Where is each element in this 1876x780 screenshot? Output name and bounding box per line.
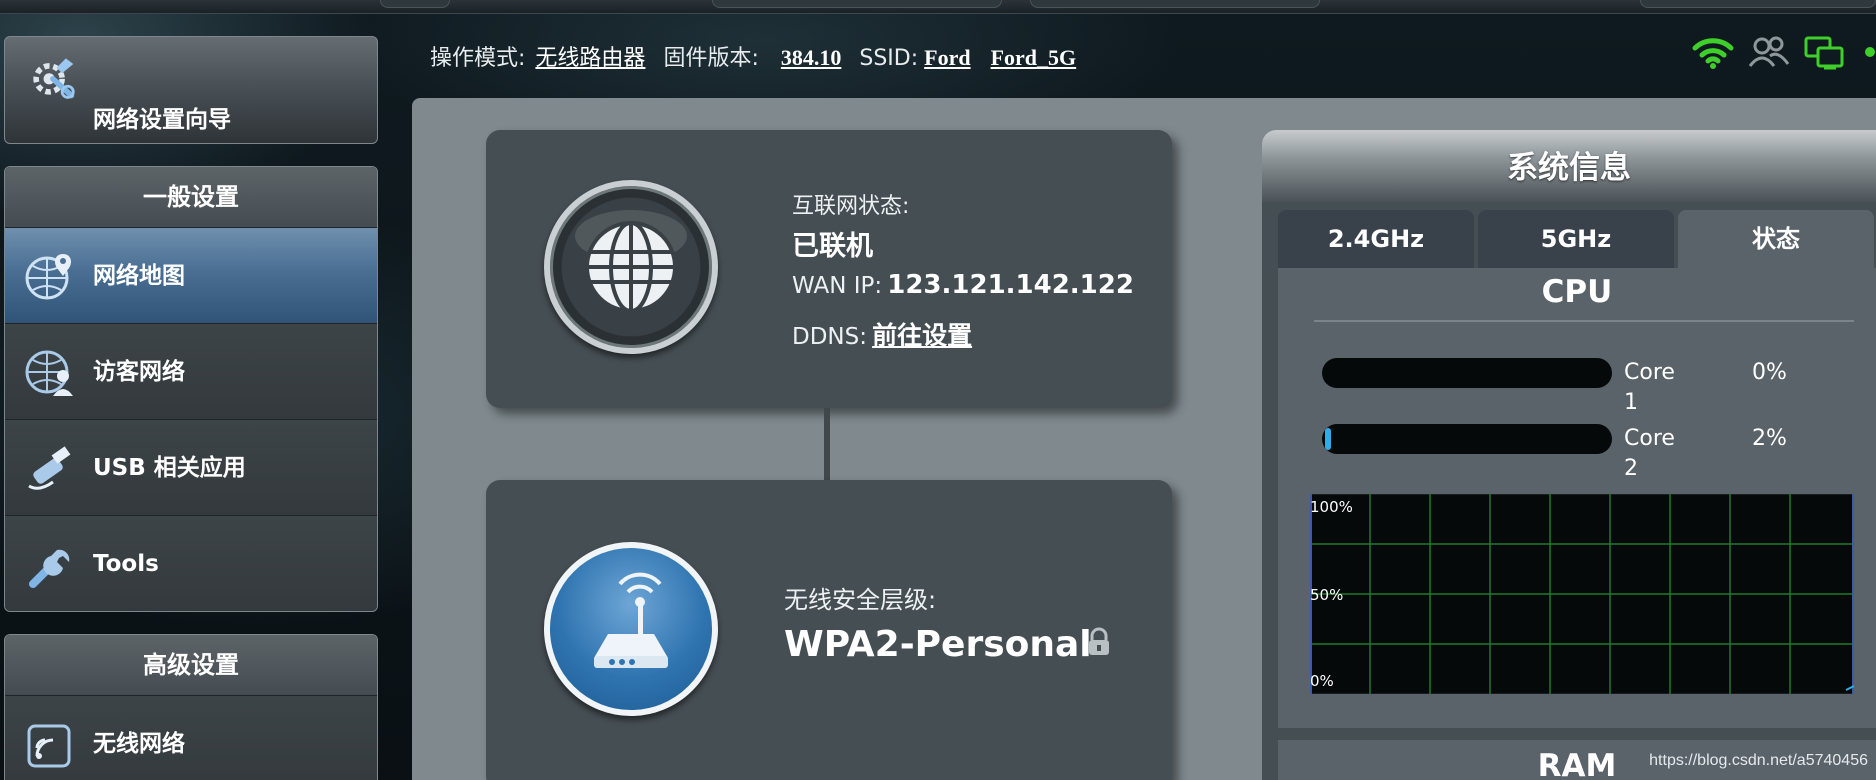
- internet-status-label: 互联网状态:: [792, 194, 910, 219]
- wan-ip-value: 123.121.142.122: [887, 270, 1134, 300]
- sidebar-item-label: 无线网络: [93, 731, 185, 757]
- cpu-title: CPU: [1541, 274, 1613, 310]
- usb-icon: [28, 446, 71, 490]
- ddns-label: DDNS:: [792, 324, 867, 350]
- ssid-5g-link[interactable]: Ford_5G: [991, 45, 1077, 71]
- graph-label-50: 50%: [1310, 586, 1343, 604]
- advanced-settings-header: 高级设置: [5, 635, 377, 695]
- cpu-core-percent: 0%: [1752, 360, 1787, 385]
- network-monitor-icon[interactable]: [1804, 34, 1846, 70]
- tab-2-4ghz[interactable]: 2.4GHz: [1278, 210, 1474, 268]
- cpu-core-name: Core 1: [1624, 360, 1675, 415]
- internet-globe-badge: [544, 180, 718, 354]
- cpu-core-percent: 2%: [1752, 426, 1787, 451]
- cpu-core-name: Core 2: [1624, 426, 1675, 481]
- cpu-divider: [1314, 320, 1854, 322]
- sidebar-item-label: 访客网络: [93, 359, 185, 385]
- top-tab-stub: [712, 0, 1002, 8]
- ddns-row: DDNS: 前往设置: [792, 316, 972, 352]
- ssid-2g-link[interactable]: Ford: [924, 45, 970, 71]
- sidebar-item-guest-network[interactable]: 访客网络: [5, 323, 377, 419]
- ddns-setup-link[interactable]: 前往设置: [872, 321, 972, 350]
- firmware-version-link[interactable]: 384.10: [781, 45, 842, 71]
- cpu-core-fill: [1325, 428, 1331, 450]
- sidebar-item-label: Tools: [93, 551, 159, 577]
- tab-5ghz[interactable]: 5GHz: [1478, 210, 1674, 268]
- operation-mode-label: 操作模式:: [430, 46, 526, 71]
- operation-mode-link[interactable]: 无线路由器: [535, 40, 645, 72]
- sidebar-item-network-map[interactable]: 网络地图: [5, 227, 377, 323]
- setup-wizard-label: 网络设置向导: [93, 107, 231, 133]
- security-level-label: 无线安全层级:: [784, 586, 937, 614]
- clients-icon[interactable]: [1748, 34, 1790, 70]
- router-badge: [544, 542, 718, 716]
- top-tab-stub: [1640, 0, 1876, 8]
- system-info-panel: 系统信息 2.4GHz 5GHz 状态 CPU Core 1 0% Core 2: [1262, 130, 1876, 780]
- sidebar-item-label: USB 相关应用: [93, 455, 246, 481]
- wizard-gear-icon: [33, 58, 75, 99]
- internet-status-value: 已联机: [792, 231, 873, 262]
- general-settings-group: 一般设置 网络地图 访客网络 USB 相关应用 Tools: [4, 166, 378, 612]
- network-map-icon: [25, 254, 71, 300]
- sidebar-item-label: 网络地图: [93, 263, 185, 289]
- security-level-value: WPA2-Personal: [784, 624, 1092, 665]
- globe-icon: [575, 210, 687, 313]
- advanced-settings-group: 高级设置 无线网络: [4, 634, 378, 780]
- wrench-icon: [29, 549, 70, 588]
- internet-status-card[interactable]: 互联网状态: 已联机 WAN IP: 123.121.142.122 DDNS:…: [486, 130, 1172, 408]
- sidebar-item-tools[interactable]: Tools: [5, 515, 377, 611]
- setup-wizard-button[interactable]: 网络设置向导: [4, 36, 378, 144]
- system-info-tabs: 2.4GHz 5GHz 状态: [1278, 210, 1874, 268]
- wireless-icon: [27, 724, 71, 768]
- guest-network-icon: [25, 350, 73, 396]
- info-bar: 操作模式: 无线路由器 固件版本: 384.10 SSID: Ford Ford…: [430, 40, 1076, 72]
- wan-ip-row: WAN IP: 123.121.142.122: [792, 270, 1134, 300]
- graph-label-0: 0%: [1310, 672, 1334, 690]
- logo-stub: [380, 0, 450, 8]
- watermark-text: https://blog.csdn.net/a5740456: [1649, 752, 1868, 769]
- sidebar-item-usb-apps[interactable]: USB 相关应用: [5, 419, 377, 515]
- graph-label-100: 100%: [1310, 498, 1353, 516]
- status-tab-body: CPU Core 1 0% Core 2 2% 100% 50% 0%: [1278, 268, 1876, 728]
- wan-ip-label: WAN IP:: [792, 273, 883, 299]
- lock-icon: [1089, 627, 1109, 655]
- router-icon: [594, 572, 668, 668]
- cpu-usage-graph: 100% 50% 0%: [1310, 494, 1854, 694]
- tab-status[interactable]: 状态: [1678, 210, 1874, 268]
- wifi-status-icon[interactable]: [1692, 34, 1734, 70]
- ssid-label: SSID:: [859, 46, 919, 71]
- firmware-label: 固件版本:: [663, 46, 759, 71]
- main-panel: 互联网状态: 已联机 WAN IP: 123.121.142.122 DDNS:…: [412, 98, 1876, 780]
- cpu-core-bar: [1322, 424, 1612, 454]
- overflow-status-icon: [1865, 47, 1875, 57]
- top-strip: [0, 0, 1876, 14]
- top-tab-stub: [1030, 0, 1320, 8]
- sidebar-item-wireless[interactable]: 无线网络: [5, 695, 377, 780]
- card-connector: [824, 408, 830, 480]
- general-settings-header: 一般设置: [5, 167, 377, 227]
- status-icons: [1692, 34, 1876, 70]
- system-info-title: 系统信息: [1262, 130, 1876, 202]
- cpu-core-bar: [1322, 358, 1612, 388]
- wireless-security-card[interactable]: 无线安全层级: WPA2-Personal: [486, 480, 1172, 780]
